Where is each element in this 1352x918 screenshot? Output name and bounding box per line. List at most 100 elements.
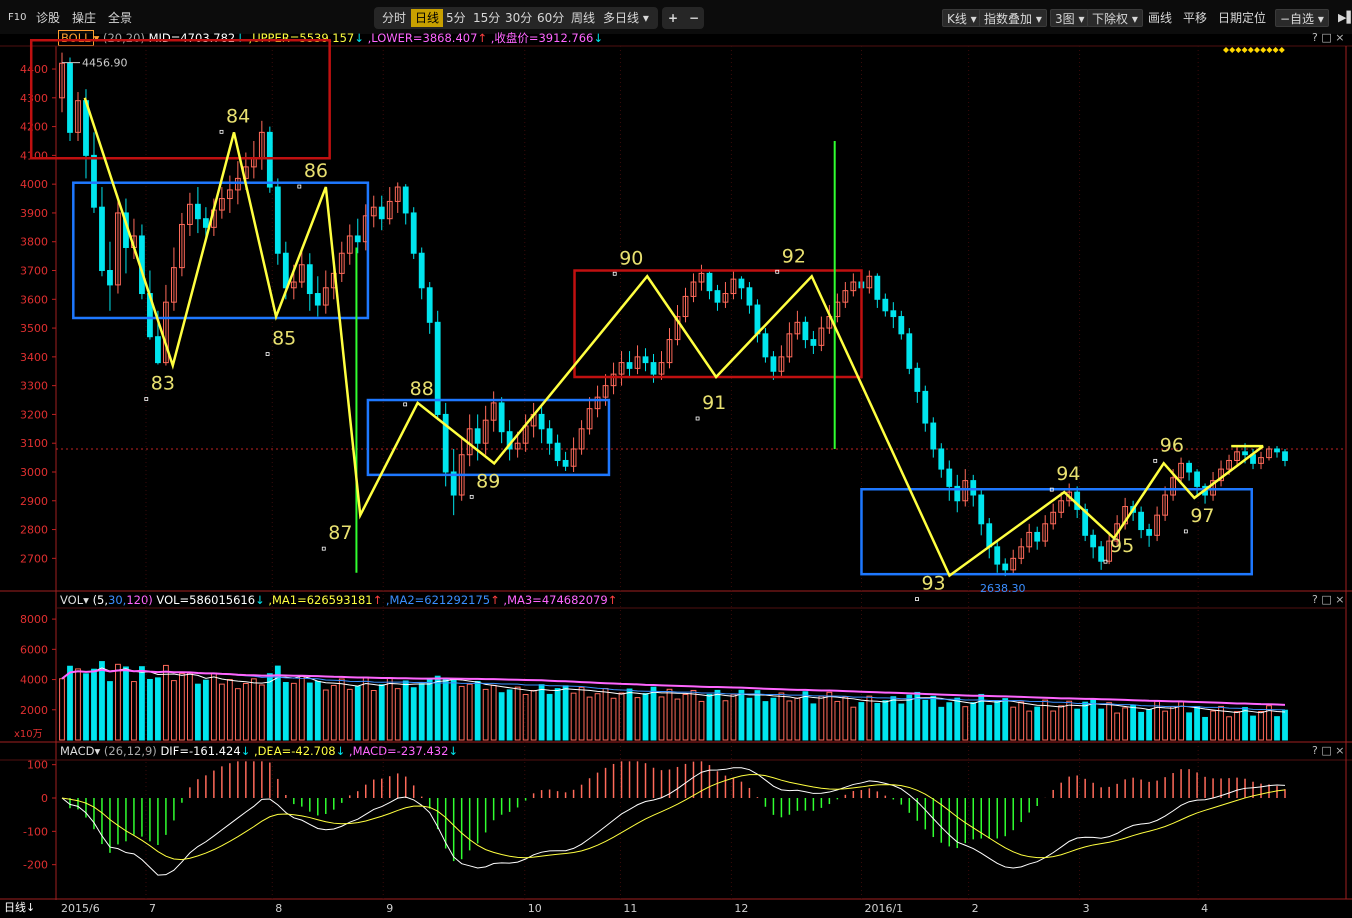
volume-bar <box>730 693 737 741</box>
wave-marker-icon <box>1183 529 1188 534</box>
y-tick-label: 3600 <box>20 293 48 306</box>
volume-bar <box>250 678 257 741</box>
volume-bar <box>938 706 945 741</box>
volume-bar <box>522 693 529 741</box>
volume-bar <box>410 687 417 741</box>
volume-bar <box>642 693 649 741</box>
x-tick-label: 2015/6 <box>61 902 100 915</box>
candle-body <box>155 336 161 364</box>
volume-bar <box>802 691 809 741</box>
volume-bar <box>970 702 977 741</box>
volume-bar <box>1130 704 1137 741</box>
y-tick-label: 4400 <box>20 63 48 76</box>
volume-bar <box>914 691 921 741</box>
volume-bar <box>186 672 193 741</box>
volume-bar <box>1234 711 1240 741</box>
volume-bar <box>442 677 449 741</box>
candle-body <box>882 298 889 312</box>
volume-bar <box>1146 709 1153 741</box>
volume-bar <box>147 678 153 741</box>
candle-body <box>194 203 201 220</box>
candle-body <box>306 264 313 295</box>
candle-body <box>810 339 817 346</box>
volume-bar <box>658 696 665 741</box>
volume-bar <box>490 684 497 741</box>
macd-tick-label: 100 <box>27 759 48 772</box>
volume-bar <box>314 680 321 741</box>
volume-bar <box>266 673 273 741</box>
x-tick-label: 10 <box>528 902 542 915</box>
volume-bar <box>722 700 729 741</box>
vol-tick-label: 4000 <box>20 674 48 687</box>
kline-chart[interactable]: 2700280029003000310032003300340035003600… <box>0 0 1352 918</box>
volume-bar <box>530 689 537 741</box>
candle-body <box>930 422 937 450</box>
candle-body <box>706 272 713 292</box>
volume-bar <box>1138 711 1145 741</box>
wave-label: 84 <box>226 105 250 127</box>
volume-bar <box>171 680 177 741</box>
x-tick-label: 3 <box>1083 902 1090 915</box>
volume-bar <box>338 678 345 741</box>
candle-body <box>202 218 209 228</box>
volume-bar <box>434 675 441 741</box>
volume-bar <box>1210 710 1216 741</box>
volume-bar <box>858 702 865 741</box>
volume-bar <box>218 683 225 741</box>
volume-bar <box>586 696 593 741</box>
volume-bar <box>570 692 577 741</box>
wave-marker-icon <box>1153 458 1158 463</box>
volume-bar <box>354 686 361 741</box>
volume-bar <box>1178 701 1184 741</box>
volume-bar <box>362 676 369 741</box>
wave-label: 96 <box>1160 434 1184 456</box>
volume-bar <box>874 703 881 741</box>
volume-bar <box>115 663 121 741</box>
candle-body <box>762 333 769 358</box>
volume-bar <box>810 703 817 741</box>
volume-bar <box>506 689 513 741</box>
volume-bar <box>1282 709 1288 741</box>
volume-bar <box>1194 705 1200 741</box>
low-price-label: 2638.30 <box>980 582 1026 595</box>
diamond-marker-icon <box>1223 47 1229 53</box>
volume-bar <box>818 695 825 741</box>
volume-bar <box>546 693 553 741</box>
volume-bar <box>107 681 113 741</box>
candle-body <box>354 235 361 243</box>
volume-bar <box>1074 708 1081 741</box>
volume-bar <box>179 673 185 741</box>
candle-body <box>970 480 977 496</box>
candle-body <box>410 212 417 254</box>
wave-label: 86 <box>304 160 328 182</box>
volume-bar <box>482 688 489 741</box>
volume-bar <box>674 698 681 741</box>
volume-bar <box>1186 712 1192 741</box>
y-tick-label: 3200 <box>20 408 48 421</box>
volume-bar <box>690 689 697 741</box>
volume-bar <box>746 697 753 741</box>
wave-label: 93 <box>921 573 945 595</box>
y-tick-label: 3300 <box>20 380 48 393</box>
volume-bar <box>426 678 433 741</box>
volume-bar <box>882 700 889 741</box>
volume-bar <box>290 682 297 741</box>
volume-bar <box>1010 706 1017 741</box>
volume-bar <box>1026 710 1033 741</box>
y-tick-label: 3900 <box>20 207 48 220</box>
volume-bar <box>99 661 105 741</box>
volume-bar <box>1034 706 1041 741</box>
wave-label: 85 <box>272 328 296 350</box>
candle-body <box>754 304 761 335</box>
wave-marker-icon <box>265 352 270 356</box>
volume-bar <box>906 694 913 741</box>
volume-bar <box>1114 712 1121 741</box>
wave-marker-icon <box>915 597 919 602</box>
diamond-marker-icon <box>1235 47 1242 53</box>
volume-bar <box>698 700 705 741</box>
volume-bar <box>75 668 81 741</box>
candle-body <box>906 333 913 369</box>
diamond-marker-icon <box>1247 47 1254 53</box>
volume-bar <box>778 692 785 741</box>
blue-range-box <box>860 488 1253 576</box>
